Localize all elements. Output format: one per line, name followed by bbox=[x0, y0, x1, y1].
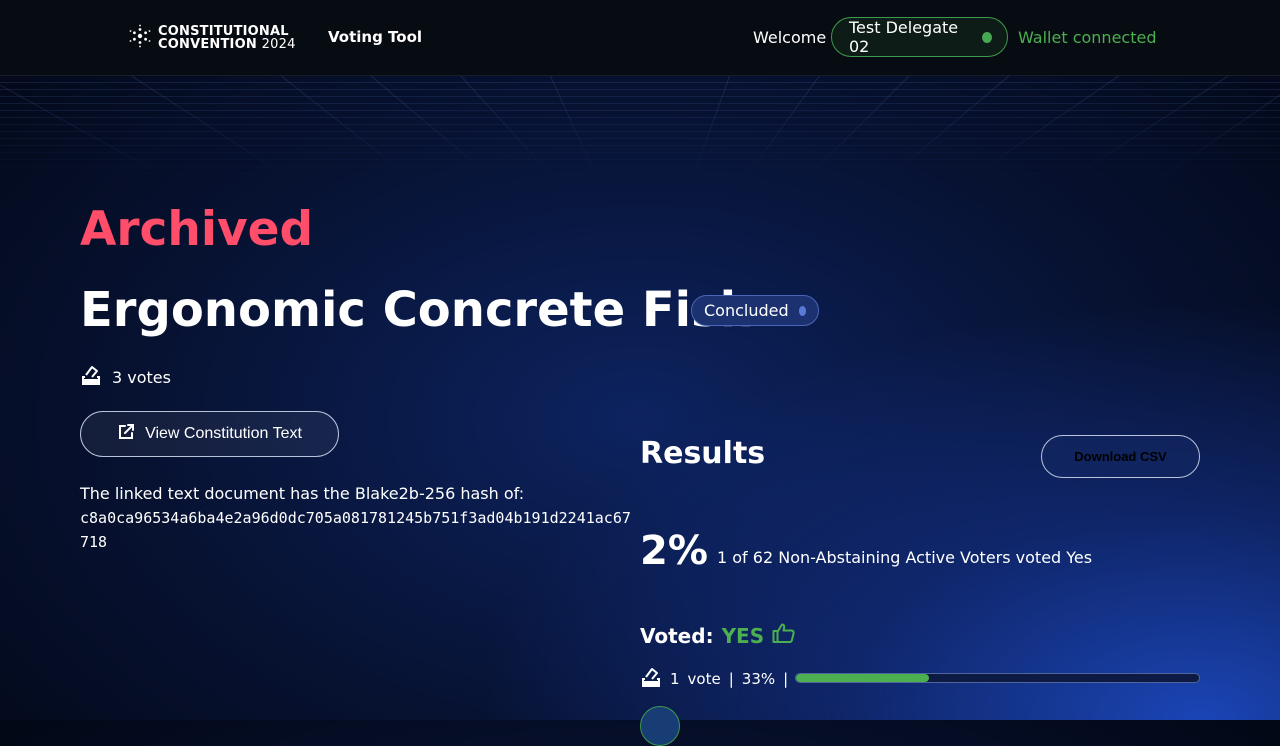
stat-separator: | bbox=[783, 670, 789, 688]
results-heading: Results bbox=[640, 436, 766, 471]
background-grid bbox=[0, 75, 1280, 185]
status-badge-dot bbox=[798, 305, 806, 316]
voted-label: Voted: bbox=[640, 623, 714, 648]
welcome-text: Welcome bbox=[753, 28, 827, 47]
download-csv-button[interactable]: Download CSV bbox=[1041, 435, 1200, 478]
yes-description: 1 of 62 Non-Abstaining Active Voters vot… bbox=[717, 548, 1093, 567]
stat-separator: | bbox=[728, 670, 734, 688]
top-header: CONSTITUTIONAL CONVENTION 2024 Voting To… bbox=[0, 0, 1280, 76]
view-constitution-button[interactable]: View Constitution Text bbox=[80, 411, 339, 457]
voted-value: YES bbox=[721, 623, 765, 648]
external-link-icon bbox=[117, 423, 135, 446]
wallet-status: Wallet connected bbox=[1018, 28, 1157, 47]
ballot-box-icon bbox=[640, 666, 662, 692]
votes-count-row: 3 votes bbox=[80, 364, 171, 390]
logo-year: 2024 bbox=[261, 37, 296, 52]
logo-text: CONSTITUTIONAL CONVENTION 2024 bbox=[158, 25, 296, 51]
votes-count: 3 votes bbox=[112, 367, 171, 387]
vote-progress-fill bbox=[796, 674, 929, 682]
vote-count: 1 bbox=[670, 670, 680, 688]
connected-status-dot bbox=[981, 31, 992, 43]
hash-intro-text: The linked text document has the Blake2b… bbox=[80, 484, 525, 503]
logo-convention: CONVENTION bbox=[158, 37, 257, 52]
nav-voting-tool[interactable]: Voting Tool bbox=[328, 28, 422, 46]
site-logo[interactable]: CONSTITUTIONAL CONVENTION 2024 bbox=[128, 24, 296, 52]
status-badge-label: Concluded bbox=[704, 301, 789, 320]
thumbs-up-icon bbox=[772, 622, 796, 649]
vote-stat-row: 1 vote | 33% | bbox=[640, 666, 788, 692]
vote-word: vote bbox=[687, 670, 721, 688]
proposal-title: Ergonomic Concrete Fish bbox=[80, 282, 754, 338]
view-constitution-label: View Constitution Text bbox=[145, 425, 302, 442]
vote-percent: 33% bbox=[741, 670, 776, 688]
ballot-box-icon bbox=[80, 364, 102, 390]
vote-action-button[interactable] bbox=[640, 706, 680, 746]
delegate-menu-button[interactable]: Test Delegate 02 bbox=[831, 17, 1008, 57]
status-badge: Concluded bbox=[691, 295, 819, 326]
hash-value: c8a0ca96534a6ba4e2a96d0dc705a081781245b7… bbox=[80, 509, 631, 551]
cardano-logo-icon bbox=[128, 24, 152, 52]
vote-progress-bar bbox=[795, 673, 1200, 683]
archived-heading: Archived bbox=[80, 202, 314, 257]
voted-row: Voted: YES bbox=[640, 622, 796, 649]
yes-percentage: 2% bbox=[640, 528, 708, 574]
logo-line-2: CONVENTION 2024 bbox=[158, 38, 296, 51]
delegate-name: Test Delegate 02 bbox=[849, 18, 959, 56]
